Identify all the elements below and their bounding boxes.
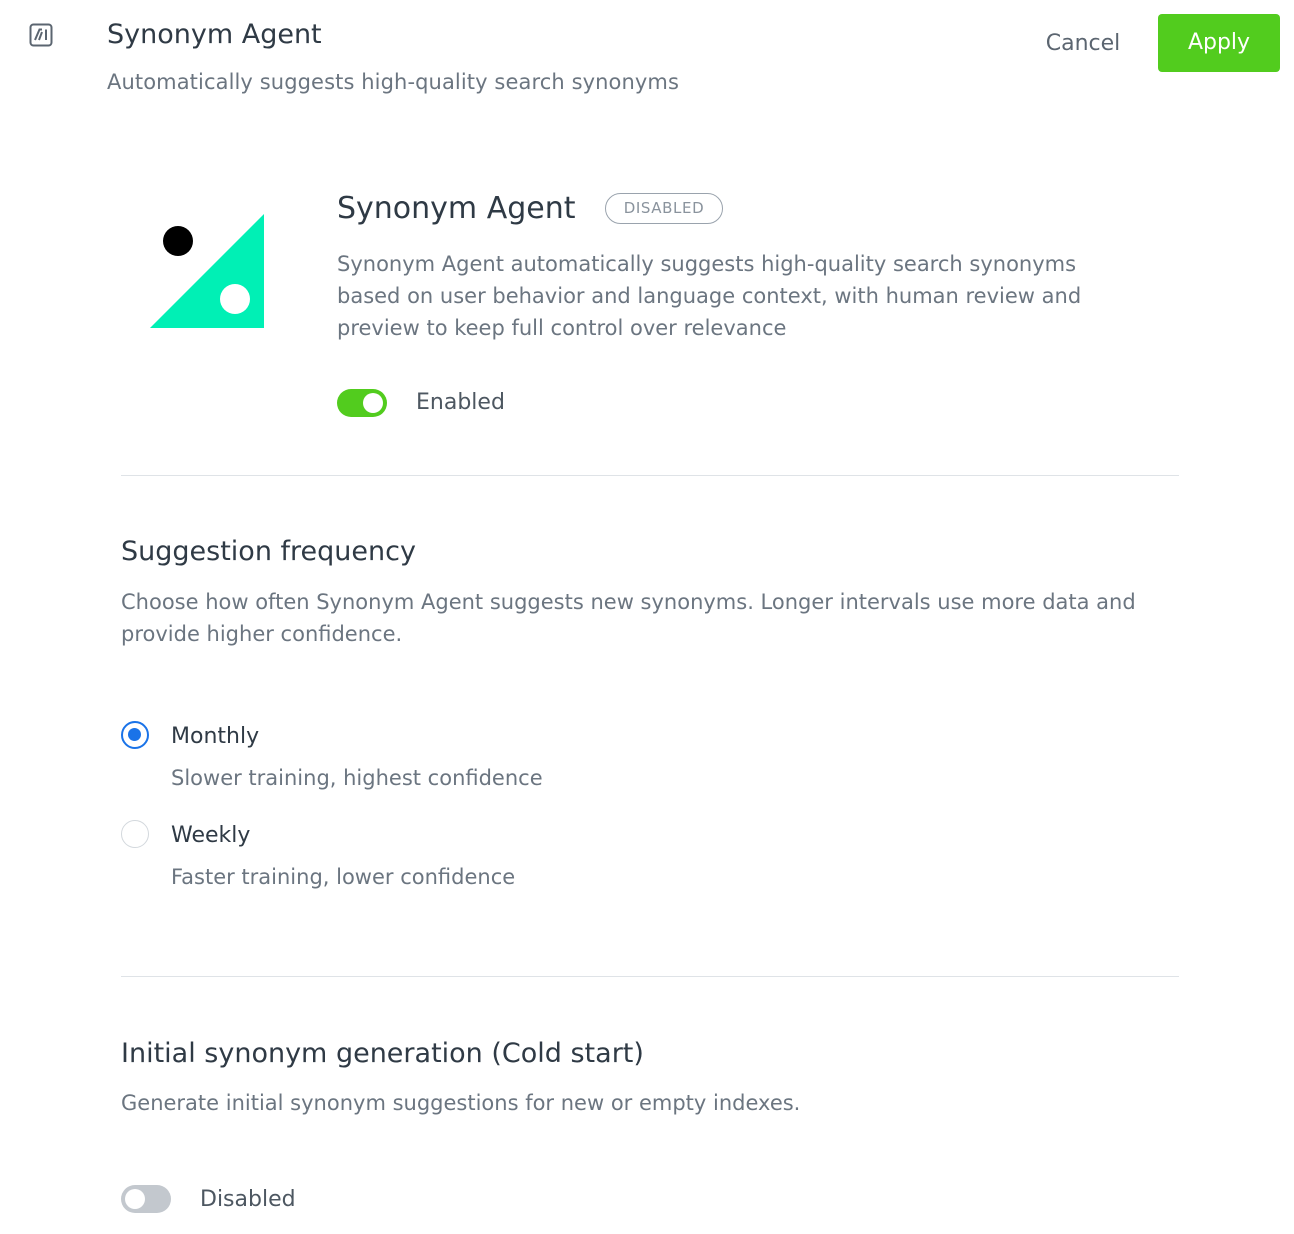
frequency-section-description: Choose how often Synonym Agent suggests … bbox=[121, 590, 1136, 646]
section-divider bbox=[121, 976, 1179, 977]
agent-name: Synonym Agent bbox=[337, 191, 576, 226]
agent-toggle-label: Enabled bbox=[416, 390, 505, 415]
apply-button[interactable]: Apply bbox=[1158, 14, 1280, 72]
cold-start-toggle[interactable] bbox=[121, 1185, 171, 1213]
synonym-agent-logo bbox=[148, 212, 266, 330]
radio-selected-dot bbox=[128, 728, 141, 741]
page-title: Synonym Agent bbox=[107, 19, 322, 50]
cancel-button[interactable]: Cancel bbox=[1030, 20, 1136, 68]
cold-start-section-title: Initial synonym generation (Cold start) bbox=[121, 1038, 644, 1069]
toggle-knob bbox=[125, 1189, 145, 1209]
agent-enabled-toggle[interactable] bbox=[337, 389, 387, 417]
monthly-option-hint: Slower training, highest confidence bbox=[171, 766, 543, 790]
weekly-option-hint: Faster training, lower confidence bbox=[171, 865, 516, 889]
cold-start-toggle-label: Disabled bbox=[200, 1187, 296, 1212]
frequency-section-title: Suggestion frequency bbox=[121, 536, 416, 567]
weekly-radio[interactable] bbox=[121, 820, 149, 848]
synonym-agent-settings: Synonym Agent Automatically suggests hig… bbox=[0, 0, 1294, 1234]
monthly-radio[interactable] bbox=[121, 721, 149, 749]
ai-icon bbox=[29, 23, 53, 47]
weekly-option-label[interactable]: Weekly bbox=[171, 820, 250, 852]
cold-start-section-description: Generate initial synonym suggestions for… bbox=[121, 1091, 801, 1115]
monthly-option-label[interactable]: Monthly bbox=[171, 721, 259, 753]
section-divider bbox=[121, 475, 1179, 476]
toggle-knob bbox=[363, 393, 383, 413]
page-subtitle: Automatically suggests high-quality sear… bbox=[107, 70, 680, 94]
status-badge: DISABLED bbox=[605, 193, 723, 224]
agent-description: Synonym Agent automatically suggests hig… bbox=[337, 252, 1082, 340]
